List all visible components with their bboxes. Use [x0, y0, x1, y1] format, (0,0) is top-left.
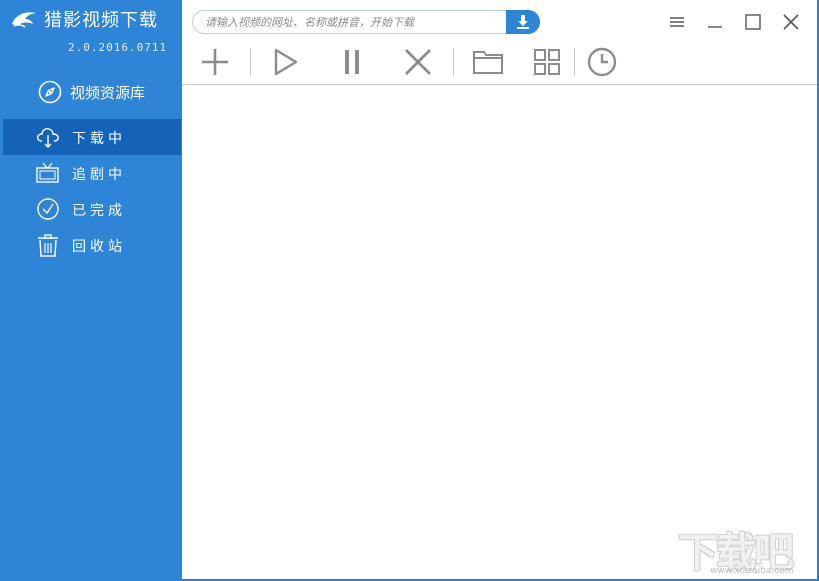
- add-icon[interactable]: [198, 46, 232, 78]
- dolphin-logo-icon: [12, 12, 36, 28]
- download-list-area: [182, 85, 817, 579]
- menu-icon[interactable]: [667, 12, 687, 32]
- sidebar-item-recycle-bin[interactable]: 回收站: [3, 227, 181, 263]
- compass-icon: [38, 80, 62, 104]
- minimize-icon[interactable]: [705, 12, 725, 32]
- video-library-label: 视频资源库: [70, 84, 146, 102]
- maximize-icon[interactable]: [743, 12, 763, 32]
- watermark-url: www.xiazaiba.com: [710, 566, 794, 576]
- folder-icon[interactable]: [471, 46, 505, 78]
- sidebar-item-label: 回收站: [72, 239, 126, 255]
- app-title: 猎影视频下载: [44, 10, 158, 31]
- pause-icon[interactable]: [335, 46, 369, 78]
- sidebar-item-following[interactable]: 追剧中: [3, 155, 181, 191]
- search-box: [192, 10, 540, 34]
- check-circle-icon: [37, 198, 59, 220]
- sidebar-item-label: 追剧中: [72, 167, 126, 183]
- watermark: 下载吧 www.xiazaiba.com: [678, 520, 814, 580]
- toolbar: [182, 40, 817, 85]
- app-version: 2.0.2016.0711: [68, 41, 168, 54]
- sidebar: 猎影视频下载 2.0.2016.0711 视频资源库 下载中 追剧中 已完成 回…: [0, 0, 182, 581]
- tv-icon: [36, 162, 59, 183]
- close-icon[interactable]: [781, 12, 801, 32]
- trash-icon: [38, 234, 58, 257]
- sidebar-item-label: 已完成: [72, 203, 126, 219]
- clock-icon[interactable]: [585, 46, 619, 78]
- delete-icon[interactable]: [401, 46, 435, 78]
- toolbar-separator: [574, 48, 575, 76]
- video-library-button[interactable]: 视频资源库: [0, 74, 182, 108]
- download-button[interactable]: [506, 10, 540, 34]
- play-icon[interactable]: [268, 46, 302, 78]
- toolbar-separator: [250, 48, 251, 76]
- cloud-download-icon: [36, 128, 59, 148]
- sidebar-item-downloading[interactable]: 下载中: [3, 119, 181, 155]
- toolbar-separator: [453, 48, 454, 76]
- main-panel: 下载吧 www.xiazaiba.com: [182, 0, 819, 581]
- sidebar-item-completed[interactable]: 已完成: [3, 191, 181, 227]
- app-logo: [10, 7, 38, 31]
- sidebar-item-label: 下载中: [72, 131, 126, 147]
- download-icon: [517, 15, 529, 29]
- grid-icon[interactable]: [530, 46, 564, 78]
- search-input[interactable]: [205, 13, 495, 31]
